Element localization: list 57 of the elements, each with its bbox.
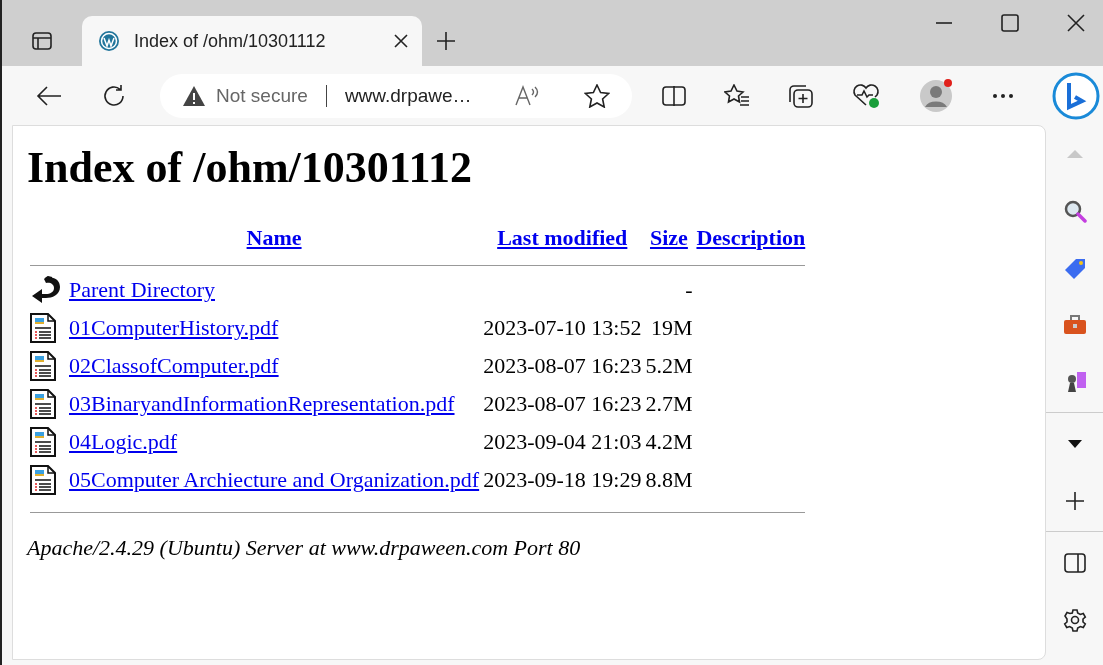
file-link[interactable]: 05Computer Archiecture and Organization.pdf — [69, 467, 480, 492]
file-size: 8.8M — [645, 467, 693, 492]
document-icon — [30, 389, 56, 419]
scroll-up-icon — [1066, 149, 1083, 158]
heartbeat-icon[interactable] — [852, 82, 880, 109]
browser-tab[interactable]: Index of /ohm/10301112 — [82, 16, 422, 66]
column-header-link[interactable]: Name — [246, 225, 302, 250]
file-size: 5.2M — [645, 353, 693, 378]
address-bar[interactable]: Not secure www.drpawe… — [160, 73, 632, 118]
file-size: 4.2M — [645, 429, 693, 454]
server-footer: Apache/2.4.29 (Ubuntu) Server at www.drpaween.com Port 80 — [27, 535, 1031, 561]
warning-icon — [182, 84, 206, 107]
back-icon[interactable] — [36, 84, 62, 107]
copilot-icon[interactable] — [1052, 71, 1100, 120]
document-icon — [30, 351, 56, 381]
file-link[interactable]: 04Logic.pdf — [69, 429, 178, 454]
file-link[interactable]: 03BinaryandInformationRepresentation.pdf — [69, 391, 455, 416]
tab-title: Index of /ohm/10301112 — [134, 30, 327, 52]
more-icon[interactable] — [992, 92, 1014, 99]
page-heading: Index of /ohm/10301112 — [27, 142, 473, 193]
tab-actions-icon[interactable] — [32, 32, 52, 50]
modified-date: 2023-09-18 19:29 — [483, 467, 642, 492]
search-icon[interactable] — [1062, 198, 1087, 223]
file-size: - — [685, 277, 693, 302]
panel-icon[interactable] — [1062, 550, 1087, 575]
profile-avatar-icon[interactable] — [918, 77, 954, 114]
file-size: 19M — [650, 315, 693, 340]
modified-date: 2023-09-04 21:03 — [483, 429, 642, 454]
document-icon — [30, 313, 56, 343]
refresh-icon[interactable] — [102, 83, 126, 108]
modified-date: 2023-08-07 16:23 — [483, 353, 642, 378]
url-text: www.drpawe… — [344, 84, 473, 107]
return-arrow-icon — [30, 276, 62, 304]
collections-icon[interactable] — [788, 83, 814, 108]
document-icon — [30, 465, 56, 495]
column-header-link[interactable]: Last modified — [497, 225, 628, 250]
split-screen-icon[interactable] — [662, 85, 686, 106]
toolbox-icon[interactable] — [1062, 312, 1087, 337]
column-header-link[interactable]: Description — [696, 225, 806, 250]
file-size: 2.7M — [645, 391, 693, 416]
settings-icon[interactable] — [1062, 607, 1087, 632]
document-icon — [30, 427, 56, 457]
file-link[interactable]: 01ComputerHistory.pdf — [69, 315, 279, 340]
new-tab-icon[interactable] — [436, 31, 456, 51]
favorites-icon[interactable] — [724, 83, 750, 108]
read-aloud-icon[interactable] — [514, 84, 540, 107]
modified-date: 2023-08-07 16:23 — [483, 391, 642, 416]
file-link[interactable]: 02ClassofComputer.pdf — [69, 353, 279, 378]
modified-date: 2023-07-10 13:52 — [483, 315, 642, 340]
column-header-link[interactable]: Size — [650, 225, 688, 250]
file-link[interactable]: Parent Directory — [69, 277, 215, 302]
close-icon[interactable] — [1067, 14, 1085, 32]
close-icon[interactable] — [394, 34, 408, 48]
maximize-icon[interactable] — [1001, 14, 1019, 32]
star-icon[interactable] — [584, 83, 610, 108]
security-label[interactable]: Not secure — [216, 84, 308, 107]
site-logo-icon — [98, 30, 120, 52]
